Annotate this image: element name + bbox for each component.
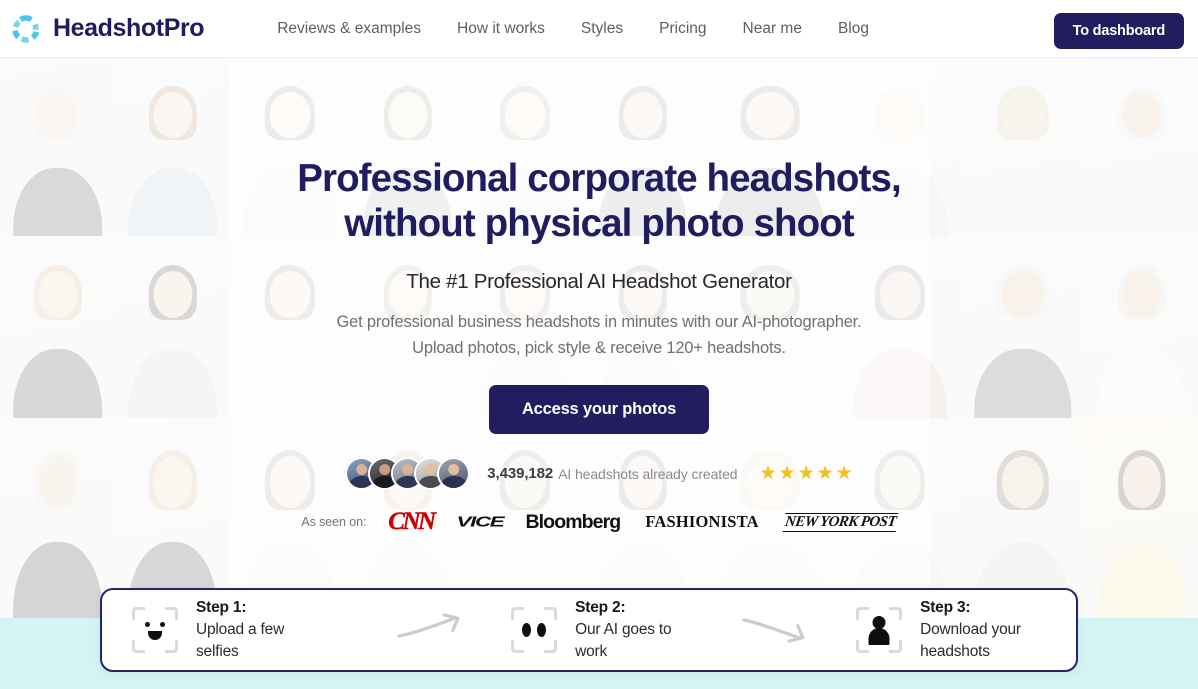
press-label: As seen on: [301, 515, 367, 529]
site-header: HeadshotPro Reviews & examples How it wo… [0, 0, 1198, 58]
background-photo [1085, 236, 1198, 418]
page-root: HeadshotPro Reviews & examples How it wo… [0, 0, 1198, 689]
nav-item-near-me[interactable]: Near me [743, 14, 802, 44]
step-1-text: Step 1: Upload a few selfies [196, 598, 315, 663]
brand-logo[interactable]: HeadshotPro [10, 13, 205, 45]
face-scan-person-icon [856, 607, 903, 653]
step-2-text: Step 2: Our AI goes to work [575, 598, 692, 663]
brand-name: HeadshotPro [53, 14, 205, 42]
star-icon: ★ [797, 463, 815, 484]
avatar-stack [345, 457, 471, 490]
hero-title-line2: without physical photo shoot [344, 202, 854, 245]
page-title: Professional corporate headshots, withou… [0, 156, 1198, 246]
press-logo-fashionista: FASHIONISTA [645, 512, 759, 531]
step-2-label: Step 2: [575, 598, 626, 616]
nav-item-blog[interactable]: Blog [838, 14, 869, 44]
background-photo [0, 236, 115, 418]
star-icon: ★ [816, 463, 834, 484]
step-1: Step 1: Upload a few selfies [132, 598, 315, 663]
step-3-desc: Download your headshots [920, 620, 1021, 660]
star-icon: ★ [835, 463, 853, 484]
nav-item-styles[interactable]: Styles [581, 14, 623, 44]
star-icon: ★ [759, 463, 777, 484]
steps-card: Step 1: Upload a few selfies Step 2: Our… [100, 588, 1078, 672]
press-logo-cnn: CNN [388, 508, 436, 535]
access-your-photos-button[interactable]: Access your photos [488, 385, 710, 434]
social-proof: 3,439,182 AI headshots already created ★… [0, 457, 1198, 490]
step-3: Step 3: Download your headshots [856, 598, 1076, 663]
avatar [437, 457, 471, 490]
star-icon: ★ [778, 463, 796, 484]
hero-title-line1: Professional corporate headshots, [297, 157, 901, 200]
curved-arrow-right-icon [742, 613, 810, 648]
step-2: Step 2: Our AI goes to work [511, 598, 692, 663]
press-logo-bloomberg: Bloomberg [525, 510, 621, 533]
step-3-label: Step 3: [920, 598, 971, 616]
nav-item-how-it-works[interactable]: How it works [457, 14, 545, 44]
face-scan-blobs-icon [511, 607, 558, 653]
main-navigation: Reviews & examples How it works Styles P… [277, 14, 869, 44]
step-3-text: Step 3: Download your headshots [920, 598, 1076, 663]
background-photo [230, 236, 350, 418]
star-rating: ★ ★ ★ ★ ★ [759, 464, 852, 483]
petal-circle-logo-icon [10, 13, 42, 45]
press-logos-row: As seen on: CNN VICE Bloomberg FASHIONIS… [0, 508, 1198, 536]
background-photo [960, 236, 1085, 418]
hero-subtitle: The #1 Professional AI Headshot Generato… [406, 270, 792, 293]
curved-arrow-right-icon [397, 612, 465, 648]
hero-description: Get professional business headshots in m… [336, 313, 862, 357]
step-1-label: Step 1: [196, 598, 247, 616]
step-1-desc: Upload a few selfies [196, 620, 285, 660]
step-2-desc: Our AI goes to work [575, 620, 672, 660]
face-scan-smile-icon [132, 607, 178, 653]
press-logo-new-york-post: NEW YORK POST [782, 512, 898, 532]
headshot-count: 3,439,182 [487, 465, 554, 482]
headshot-count-label: AI headshots already created [558, 465, 738, 482]
press-logo-vice: VICE [456, 513, 504, 530]
nav-item-reviews[interactable]: Reviews & examples [277, 14, 421, 44]
background-photo [115, 236, 230, 418]
nav-item-pricing[interactable]: Pricing [659, 14, 706, 44]
to-dashboard-button[interactable]: To dashboard [1053, 13, 1184, 49]
